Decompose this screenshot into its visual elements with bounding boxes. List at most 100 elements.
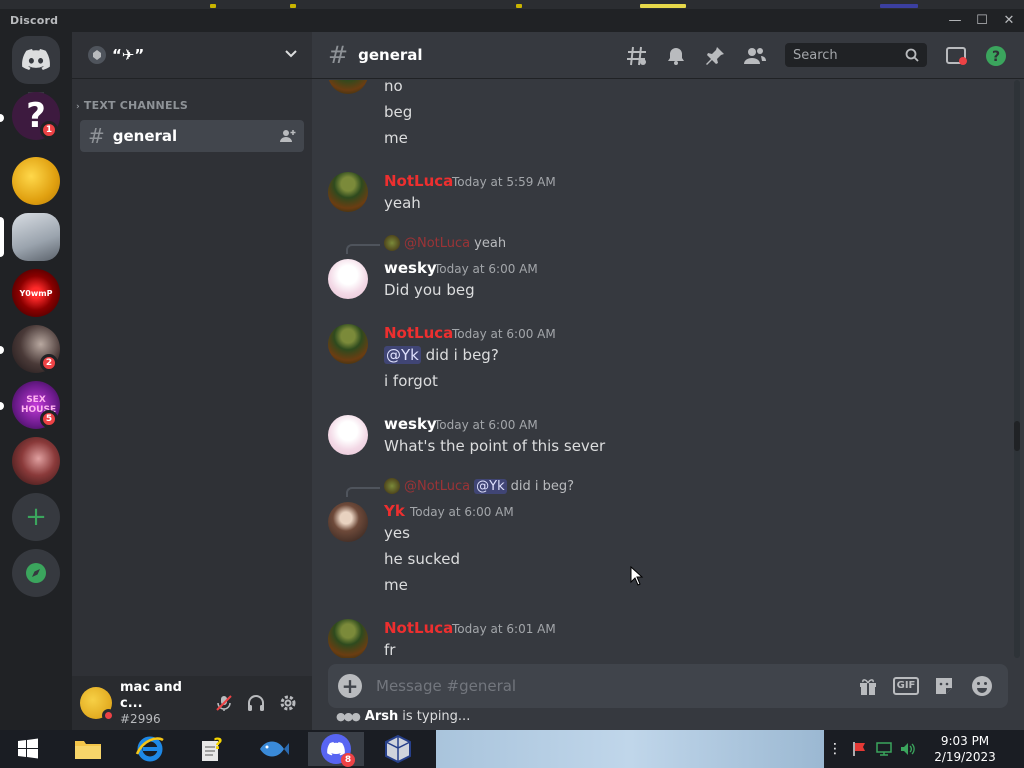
deafen-button[interactable] (240, 687, 272, 719)
reply-text: yeah (474, 235, 507, 251)
pinned-messages-button[interactable] (702, 43, 728, 69)
channel-name: general (112, 127, 178, 145)
maximize-button[interactable]: ☐ (971, 12, 993, 30)
message-list: no beg me NotLuca Today at 5:59 AM yeah … (312, 80, 1012, 658)
action-center-flag-icon[interactable] (852, 741, 868, 757)
explore-servers-button[interactable] (12, 549, 60, 597)
channel-item-general[interactable]: # general (80, 120, 304, 152)
top-strip (0, 0, 1024, 9)
reply-text: did i beg? (510, 478, 575, 494)
member-list-button[interactable] (742, 43, 768, 69)
gift-button[interactable] (852, 670, 884, 702)
members-icon (744, 48, 766, 64)
taskbar-discord-badge: 8 (341, 753, 355, 767)
close-button[interactable]: ✕ (998, 12, 1020, 30)
inbox-button[interactable] (944, 43, 970, 69)
taskbar-fish-app[interactable] (246, 732, 302, 766)
avatar[interactable] (328, 415, 368, 455)
message-timestamp: Today at 6:00 AM (410, 505, 514, 519)
avatar[interactable] (328, 259, 368, 299)
message-author[interactable]: wesky (384, 259, 437, 277)
server-yellow[interactable] (12, 157, 60, 205)
typing-user: Arsh (364, 709, 399, 724)
volume-icon[interactable] (900, 741, 916, 757)
user-mention[interactable]: @Yk (384, 346, 421, 364)
help-document-icon: ? (202, 735, 223, 761)
user-mention[interactable]: @Yk (474, 478, 507, 494)
message-author[interactable]: NotLuca (384, 172, 453, 190)
message-author[interactable]: NotLuca (384, 619, 453, 637)
avatar[interactable] (80, 687, 115, 722)
avatar[interactable] (328, 172, 368, 212)
bell-icon (668, 48, 684, 65)
system-clock[interactable]: 9:03 PM 2/19/2023 (930, 733, 1000, 765)
server-hoodie[interactable] (12, 213, 60, 261)
network-icon[interactable] (876, 741, 892, 757)
taskbar-help-app[interactable]: ? (184, 732, 240, 766)
svg-text:?: ? (213, 735, 222, 753)
internet-explorer-icon (135, 736, 164, 762)
notifications-button[interactable] (663, 43, 689, 69)
message-author[interactable]: wesky (384, 415, 437, 433)
chevron-down-icon[interactable] (284, 46, 298, 64)
taskbar-window-preview[interactable] (436, 730, 824, 768)
gif-button[interactable]: GIF (890, 670, 922, 702)
user-panel: mac and c... #2996 (72, 676, 312, 730)
search-input[interactable]: Search (785, 43, 927, 67)
message-input[interactable] (376, 677, 846, 695)
tray-overflow-icon[interactable]: ⋮ (828, 741, 842, 757)
upload-button[interactable]: + (338, 674, 362, 698)
chevron-right-icon: › (76, 102, 80, 112)
threads-button[interactable] (624, 43, 650, 69)
emoji-button[interactable] (966, 670, 998, 702)
hash-icon: # (328, 41, 349, 69)
message-timestamp: Today at 6:00 AM (452, 327, 556, 341)
discord-logo-icon: 8 (321, 734, 355, 767)
compass-icon (26, 563, 46, 583)
taskbar-virtualbox[interactable] (370, 732, 426, 766)
discord-home-button[interactable] (12, 36, 60, 84)
help-button[interactable]: ? (983, 43, 1009, 69)
invite-user-icon[interactable] (280, 128, 296, 144)
category-text-channels[interactable]: › TEXT CHANNELS (76, 99, 188, 112)
scrollbar[interactable] (1014, 80, 1020, 658)
user-settings-button[interactable] (272, 687, 304, 719)
taskbar-discord[interactable]: 8 (308, 732, 364, 767)
message-timestamp: Today at 6:00 AM (434, 262, 538, 276)
sticker-button[interactable] (928, 670, 960, 702)
guild-name: “✈” (112, 46, 145, 64)
clock-date: 2/19/2023 (934, 750, 996, 764)
add-server-button[interactable]: + (12, 493, 60, 541)
inbox-icon (946, 47, 967, 65)
taskbar-file-explorer[interactable] (60, 732, 116, 766)
avatar[interactable] (328, 619, 368, 658)
message-author[interactable]: Yk (384, 502, 405, 520)
minimize-button[interactable]: — (944, 12, 966, 30)
server-purple-badge: 5 (40, 410, 58, 428)
avatar[interactable] (328, 502, 368, 542)
channel-sidebar: “✈” › TEXT CHANNELS # general (72, 32, 312, 730)
server-portrait[interactable] (12, 437, 60, 485)
taskbar-internet-explorer[interactable] (122, 732, 178, 766)
scrollbar-thumb[interactable] (1014, 421, 1020, 451)
message-author[interactable]: NotLuca (384, 324, 453, 342)
start-button[interactable] (0, 732, 56, 766)
pin-icon (706, 47, 724, 65)
server-dark-badge: 2 (40, 354, 58, 372)
reply-preview[interactable]: @NotLuca @Yk did i beg? (384, 478, 574, 494)
reply-preview[interactable]: @NotLuca yeah (384, 235, 506, 251)
mute-button[interactable] (208, 687, 240, 719)
avatar[interactable] (328, 324, 368, 364)
user-info[interactable]: mac and c... #2996 (120, 680, 208, 726)
channel-title: general (358, 46, 423, 64)
reply-spine (346, 244, 380, 254)
typing-text: is typing... (402, 709, 471, 724)
reply-avatar (384, 478, 400, 494)
message-line: What's the point of this sever (384, 437, 606, 455)
message-timestamp: Today at 6:00 AM (434, 418, 538, 432)
server-p-badge: 1 (40, 121, 58, 139)
server-red[interactable]: Y0wmP (12, 269, 60, 317)
gif-icon: GIF (892, 677, 920, 695)
avatar[interactable] (328, 80, 368, 94)
guild-header[interactable]: “✈” (72, 32, 312, 79)
